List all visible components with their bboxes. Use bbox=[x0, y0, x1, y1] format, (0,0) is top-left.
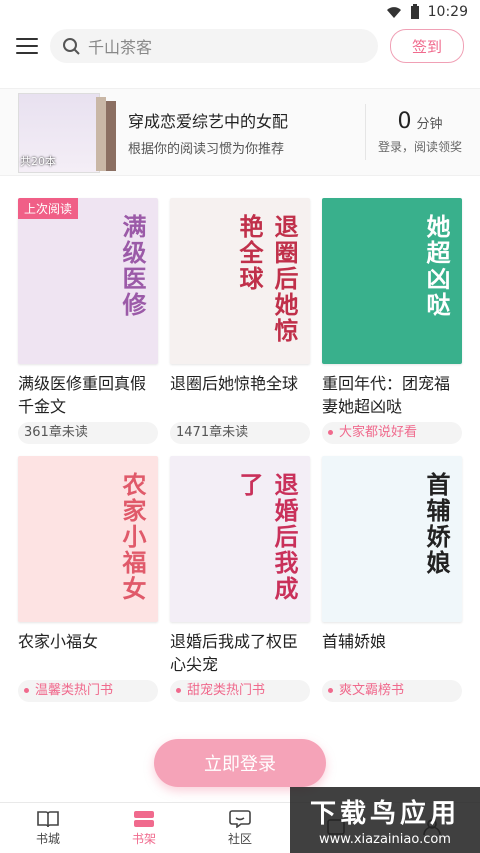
banner-title: 穿成恋爱综艺中的女配 bbox=[128, 111, 289, 131]
book-item[interactable]: 退婚后我成了 退婚后我成了权臣心尖宠 甜宠类热门书 bbox=[170, 456, 310, 702]
cover-title: 农家小福女 bbox=[118, 472, 146, 602]
book-badge: 大家都说好看 bbox=[322, 422, 462, 444]
reading-minutes[interactable]: 0 分钟 登录，阅读领奖 bbox=[378, 109, 462, 155]
recommend-banner[interactable]: 共20本 穿成恋爱综艺中的女配 根据你的阅读习惯为你推荐 0 分钟 登录，阅读领… bbox=[0, 88, 480, 176]
status-time: 10:29 bbox=[427, 4, 468, 20]
top-bar: 千山茶客 签到 bbox=[0, 24, 480, 68]
cover-title: 她超凶哒 bbox=[422, 214, 450, 318]
cover-title: 首辅娇娘 bbox=[422, 472, 450, 576]
book-cover[interactable]: 首辅娇娘 bbox=[322, 456, 462, 622]
book-badge: 温馨类热门书 bbox=[18, 680, 158, 702]
book-item[interactable]: 退圈后她惊艳全球 退圈后她惊艳全球 1471章未读 bbox=[170, 198, 310, 444]
book-badge: 爽文霸榜书 bbox=[322, 680, 462, 702]
book-badge: 甜宠类热门书 bbox=[170, 680, 310, 702]
book-item[interactable]: 她超凶哒 重回年代：团宠福妻她超凶哒 大家都说好看 bbox=[322, 198, 462, 444]
book-title: 满级医修重回真假千金文 bbox=[18, 374, 147, 416]
watermark: 下载鸟应用 www.xiazainiao.com bbox=[290, 787, 480, 853]
book-stack: 共20本 bbox=[18, 93, 116, 173]
book-item[interactable]: 上次阅读 满级医修 满级医修重回真假千金文 361章未读 bbox=[18, 198, 158, 444]
watermark-url: www.xiazainiao.com bbox=[319, 832, 451, 847]
status-bar: 10:29 bbox=[0, 0, 480, 24]
minutes-unit: 分钟 bbox=[416, 117, 443, 132]
book-title: 农家小福女 bbox=[18, 632, 99, 651]
book-cover[interactable]: 退圈后她惊艳全球 bbox=[170, 198, 310, 364]
login-button[interactable]: 立即登录 bbox=[154, 739, 326, 787]
tab-label: 书城 bbox=[35, 831, 60, 846]
last-read-tag: 上次阅读 bbox=[18, 198, 79, 219]
tab-bookstore[interactable]: 书城 bbox=[0, 803, 96, 853]
search-input[interactable]: 千山茶客 bbox=[50, 29, 378, 63]
minutes-value: 0 bbox=[397, 109, 412, 134]
book-title: 退圈后她惊艳全球 bbox=[170, 374, 299, 393]
search-icon bbox=[63, 38, 80, 55]
menu-icon[interactable] bbox=[16, 38, 38, 54]
stack-count: 共20本 bbox=[20, 155, 56, 168]
book-title: 重回年代：团宠福妻她超凶哒 bbox=[322, 374, 451, 416]
book-item[interactable]: 农家小福女 农家小福女 温馨类热门书 bbox=[18, 456, 158, 702]
book-badge: 1471章未读 bbox=[170, 422, 310, 444]
tab-bookshelf[interactable]: 书架 bbox=[96, 803, 192, 853]
bookshelf-grid: 上次阅读 满级医修 满级医修重回真假千金文 361章未读 退圈后她惊艳全球 退圈… bbox=[0, 176, 480, 702]
banner-subtitle: 根据你的阅读习惯为你推荐 bbox=[128, 141, 285, 157]
book-cover[interactable]: 上次阅读 满级医修 bbox=[18, 198, 158, 364]
book-item[interactable]: 首辅娇娘 首辅娇娘 爽文霸榜书 bbox=[322, 456, 462, 702]
book-title: 退婚后我成了权臣心尖宠 bbox=[170, 632, 299, 674]
tab-label: 社区 bbox=[227, 831, 252, 846]
book-title: 首辅娇娘 bbox=[322, 632, 387, 651]
book-cover[interactable]: 她超凶哒 bbox=[322, 198, 462, 364]
cover-title: 退婚后我成了 bbox=[235, 472, 298, 602]
battery-icon bbox=[410, 4, 419, 19]
cover-title: 退圈后她惊艳全球 bbox=[235, 214, 298, 344]
book-open-icon bbox=[37, 810, 59, 827]
bookshelf-icon bbox=[134, 810, 154, 827]
book-cover[interactable]: 退婚后我成了 bbox=[170, 456, 310, 622]
cover-title: 满级医修 bbox=[118, 214, 146, 318]
minutes-hint: 登录，阅读领奖 bbox=[377, 140, 462, 154]
tab-community[interactable]: 社区 bbox=[192, 803, 288, 853]
signin-button[interactable]: 签到 bbox=[390, 29, 464, 63]
watermark-text: 下载鸟应用 bbox=[309, 799, 460, 829]
search-placeholder: 千山茶客 bbox=[88, 38, 153, 57]
book-cover[interactable]: 农家小福女 bbox=[18, 456, 158, 622]
book-badge: 361章未读 bbox=[18, 422, 158, 444]
divider bbox=[364, 104, 366, 160]
chat-icon bbox=[229, 809, 251, 828]
tab-label: 书架 bbox=[131, 831, 156, 846]
wifi-icon bbox=[386, 7, 401, 18]
